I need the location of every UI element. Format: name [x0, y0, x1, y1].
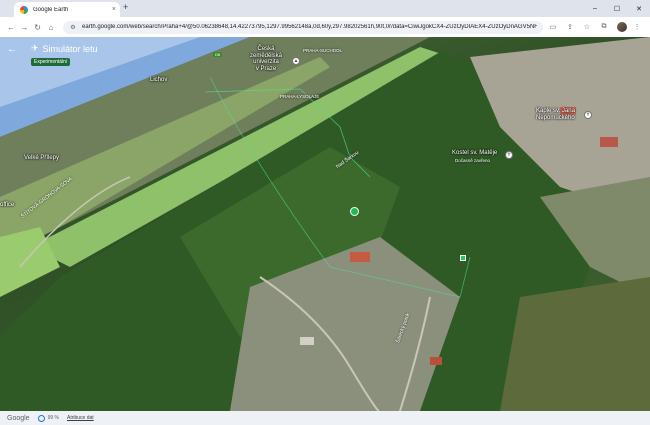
loading-globe-icon: [37, 414, 45, 422]
house-roof: [300, 337, 314, 345]
loading-percent: 99 %: [47, 415, 59, 421]
close-tab-icon[interactable]: ×: [112, 6, 116, 13]
earth-3d-viewport[interactable]: ← ✈ Simulátor letu Experimentální D8 Čes…: [0, 37, 650, 411]
house-roof: [430, 357, 442, 365]
app-title-text: Simulátor letu: [42, 43, 98, 54]
tab-strip: Google Earth × + – ☐ ✕: [0, 0, 650, 17]
cast-icon[interactable]: ▭: [546, 20, 560, 34]
menu-kebab-icon[interactable]: ⋮: [630, 20, 644, 34]
place-label-university[interactable]: Česká zemědělská univerzita v Praze: [250, 46, 282, 72]
house-roof: [350, 252, 370, 262]
browser-toolbar: ← → ↻ ⌂ ⚙ earth.google.com/web/search/Pr…: [0, 17, 650, 37]
bookmark-star-icon[interactable]: ☆: [580, 20, 594, 34]
place-label-praha-lysolaje: PRAHA-LYSOLAJE: [280, 94, 320, 99]
terrain-layer: [0, 37, 650, 411]
place-label-area-top: Lichov: [150, 77, 168, 83]
reload-icon[interactable]: ↻: [33, 20, 43, 34]
address-bar[interactable]: ⚙ earth.google.com/web/search/Praha+4/@5…: [63, 20, 543, 34]
church-status-text: Dočasně zavřeno: [455, 158, 491, 163]
place-label-praha-suchdol: PRAHA-SUCHDOL: [303, 48, 343, 53]
maximize-button[interactable]: ☐: [606, 0, 628, 17]
house-roof: [600, 137, 618, 147]
minimize-button[interactable]: –: [584, 0, 606, 17]
back-arrow-icon[interactable]: ←: [7, 44, 17, 55]
place-label-chapel[interactable]: Kaple sv. Jana Nepomuckého: [536, 108, 575, 121]
google-earth-favicon-icon: [20, 5, 28, 14]
window-controls: – ☐ ✕: [584, 0, 650, 17]
new-tab-button[interactable]: +: [123, 3, 128, 12]
extensions-icon[interactable]: ⧉: [597, 20, 611, 34]
tab-google-earth[interactable]: Google Earth ×: [14, 2, 120, 17]
site-info-icon[interactable]: ⚙: [69, 23, 77, 31]
airplane-icon: ✈: [31, 43, 39, 53]
location-marker-icon[interactable]: [350, 207, 359, 216]
flight-simulator-title: ✈ Simulátor letu: [31, 43, 98, 54]
share-icon[interactable]: ⇪: [563, 20, 577, 34]
back-arrow-icon[interactable]: ←: [6, 20, 16, 34]
experimental-badge: Experimentální: [31, 58, 71, 66]
place-label-velke-prilepy: Velké Přílepy: [24, 155, 60, 161]
waypoint-marker-icon[interactable]: [460, 255, 466, 261]
status-bar: Google 99 % Atribuce dat: [0, 411, 650, 425]
toolbar-actions: ▭ ⇪ ☆ ⧉ ⋮: [543, 20, 644, 34]
place-label-office: office: [0, 202, 15, 208]
tab-title: Google Earth: [33, 6, 69, 13]
university-pin-icon[interactable]: ▲: [292, 57, 300, 65]
data-attribution-link[interactable]: Atribuce dat: [67, 415, 94, 421]
area-code-badge: D8: [213, 52, 223, 57]
profile-avatar[interactable]: [617, 22, 627, 32]
chapel-pin-icon[interactable]: ✝: [584, 111, 592, 119]
home-icon[interactable]: ⌂: [46, 20, 56, 34]
forward-arrow-icon[interactable]: →: [19, 20, 29, 34]
close-window-button[interactable]: ✕: [628, 0, 650, 17]
hillside-right: [500, 277, 650, 411]
church-pin-icon[interactable]: ✝: [505, 151, 513, 159]
place-label-church[interactable]: Kostel sv. Matěje: [452, 150, 497, 157]
google-logo: Google: [7, 414, 30, 422]
url-text[interactable]: earth.google.com/web/search/Praha+4/@50.…: [82, 24, 537, 30]
